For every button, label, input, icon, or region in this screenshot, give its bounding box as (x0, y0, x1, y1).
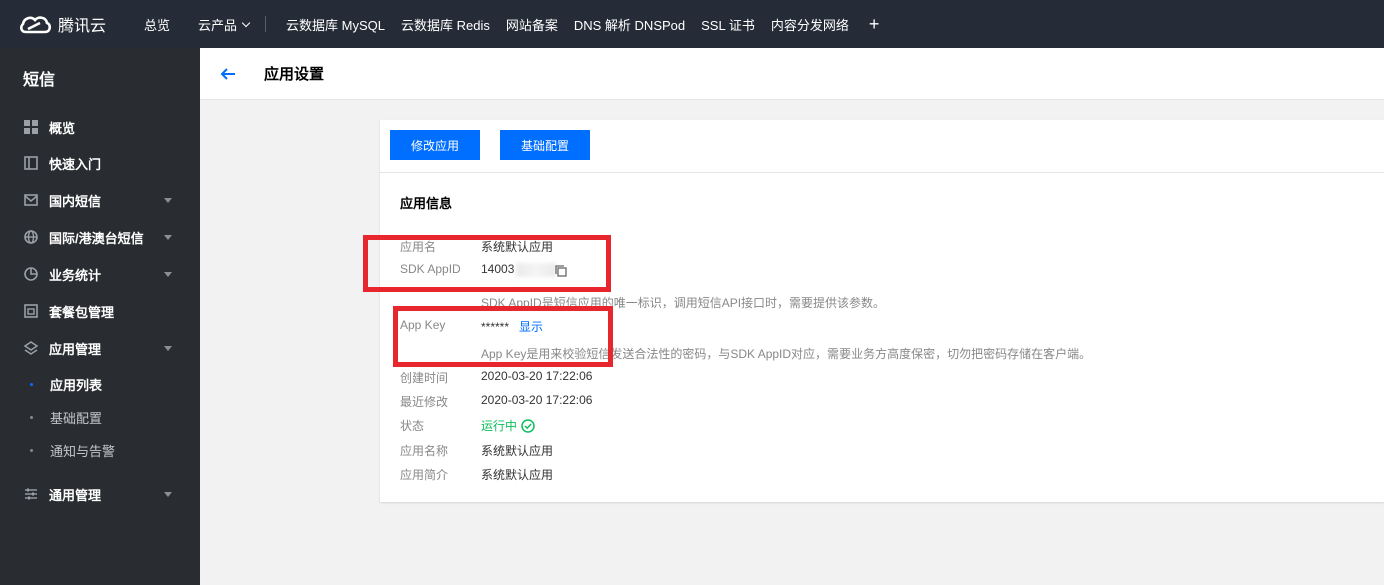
sidebar-item-label: 国际/港澳台短信 (49, 230, 144, 246)
layers-icon (23, 340, 39, 356)
created-label: 创建时间 (400, 371, 449, 385)
sidebar-item-statistics[interactable]: 业务统计 (0, 256, 200, 292)
app-intro-value: 系统默认应用 (481, 468, 554, 482)
caret-down-icon (164, 272, 172, 277)
status-value-wrap: 运行中 (481, 417, 535, 434)
modified-value: 2020-03-20 17:22:06 (481, 393, 593, 407)
caret-down-icon (164, 235, 172, 240)
bullet-dot (30, 449, 33, 452)
sidebar-title: 短信 (23, 72, 56, 89)
sidebar-item-label: 概览 (49, 120, 76, 136)
top-nav-bar: 腾讯云 总览 云产品 云数据库 MySQL 云数据库 Redis 网站备案 DN… (0, 0, 1384, 48)
created-value: 2020-03-20 17:22:06 (481, 369, 593, 383)
sidebar-item-international-sms[interactable]: 国际/港澳台短信 (0, 219, 200, 255)
sidebar-item-overview[interactable]: 概览 (0, 109, 200, 145)
nav-mysql[interactable]: 云数据库 MySQL (278, 15, 393, 34)
sidebar: 短信 概览 快速入门 国内短信 国际/港澳台短信 业务统计 套餐包管理 应用管理… (0, 48, 200, 585)
book-icon (23, 155, 39, 171)
sidebar-item-label: 通用管理 (49, 487, 102, 503)
logo-text: 腾讯云 (58, 18, 107, 35)
divider (380, 172, 1384, 173)
sidebar-subitem-alerts[interactable]: 通知与告警 (0, 434, 200, 466)
sidebar-item-quickstart[interactable]: 快速入门 (0, 145, 200, 181)
grid-icon (23, 119, 39, 135)
sidebar-subitem-app-list[interactable]: 应用列表 (0, 368, 200, 400)
sidebar-item-label: 业务统计 (49, 267, 102, 283)
sidebar-item-label: 快速入门 (49, 156, 102, 172)
package-icon (23, 303, 39, 319)
sidebar-item-label: 套餐包管理 (49, 304, 115, 320)
nav-divider (265, 16, 267, 32)
app-name-full-value: 系统默认应用 (481, 444, 554, 458)
active-dot (30, 383, 33, 386)
basic-config-button[interactable]: 基础配置 (500, 130, 590, 160)
cloud-logo-icon (20, 16, 52, 34)
sidebar-item-label: 应用管理 (49, 341, 102, 357)
caret-down-icon (164, 198, 172, 203)
modified-label: 最近修改 (400, 395, 449, 409)
check-circle-icon (521, 418, 535, 433)
sidebar-subitem-label: 通知与告警 (50, 443, 116, 459)
bullet-dot (30, 416, 33, 419)
nav-redis[interactable]: 云数据库 Redis (393, 15, 498, 34)
sidebar-item-general-management[interactable]: 通用管理 (0, 476, 200, 512)
nav-ssl[interactable]: SSL 证书 (693, 15, 763, 34)
status-label: 状态 (400, 419, 425, 433)
section-title: 应用信息 (400, 196, 453, 211)
sidebar-item-domestic-sms[interactable]: 国内短信 (0, 182, 200, 218)
nav-products-label: 云产品 (198, 17, 238, 33)
globe-icon (23, 229, 39, 245)
tencent-cloud-logo[interactable]: 腾讯云 (18, 12, 128, 36)
chevron-down-icon (241, 18, 251, 27)
annotation-box-appkey (393, 306, 613, 367)
nav-dnspod[interactable]: DNS 解析 DNSPod (566, 15, 693, 34)
sidebar-item-app-management[interactable]: 应用管理 (0, 330, 200, 366)
caret-down-icon (164, 492, 172, 497)
nav-cdn[interactable]: 内容分发网络 (763, 15, 857, 34)
nav-overview[interactable]: 总览 (136, 15, 178, 34)
edit-app-button[interactable]: 修改应用 (390, 130, 480, 160)
annotation-box-appid (363, 235, 611, 292)
sidebar-item-packages[interactable]: 套餐包管理 (0, 293, 200, 329)
pie-chart-icon (23, 266, 39, 282)
back-arrow-icon[interactable] (220, 66, 236, 82)
app-name-full-label: 应用名称 (400, 444, 449, 458)
caret-down-icon (164, 346, 172, 351)
page-header: 应用设置 (200, 48, 1384, 100)
add-shortcut-icon[interactable]: + (869, 15, 880, 33)
mail-icon (23, 192, 39, 208)
sidebar-subitem-label: 基础配置 (50, 410, 103, 426)
sliders-icon (23, 486, 39, 502)
page-title: 应用设置 (264, 66, 325, 83)
sidebar-item-label: 国内短信 (49, 193, 102, 209)
nav-icp[interactable]: 网站备案 (498, 15, 566, 34)
nav-products[interactable]: 云产品 (190, 15, 257, 34)
app-intro-label: 应用简介 (400, 468, 449, 482)
status-value: 运行中 (481, 419, 518, 433)
sidebar-subitem-basic-config[interactable]: 基础配置 (0, 401, 200, 433)
sidebar-subitem-label: 应用列表 (50, 377, 103, 393)
